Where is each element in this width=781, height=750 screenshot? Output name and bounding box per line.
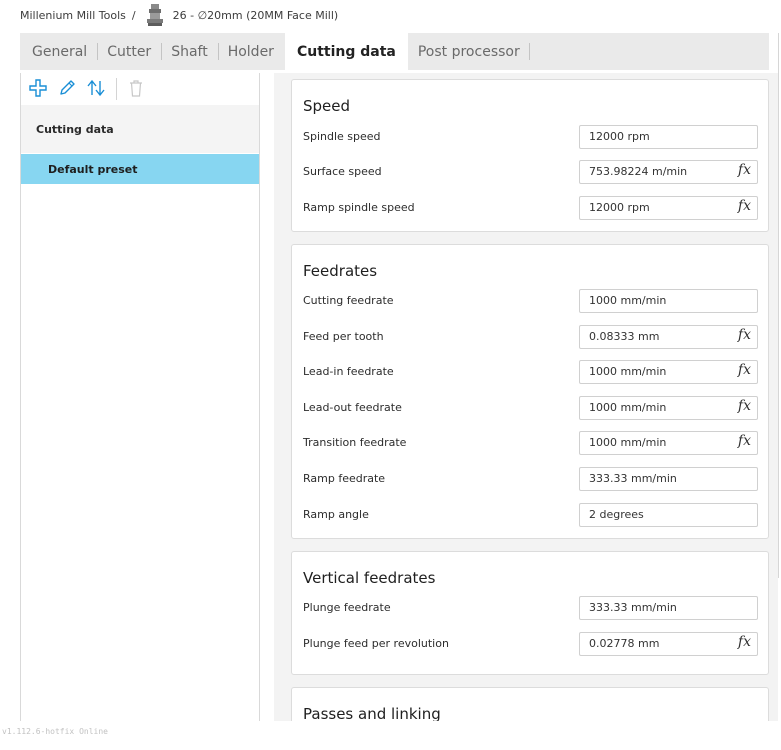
tree-item-default-preset[interactable]: Default preset — [21, 154, 259, 184]
formula-icon[interactable]: fx — [738, 634, 751, 650]
section-title: Speed — [303, 97, 351, 115]
tab-post-processor[interactable]: Post processor — [408, 33, 530, 70]
tree-item-label: Default preset — [48, 162, 138, 176]
field-label: Feed per tooth — [303, 330, 384, 343]
tab-bar: General Cutter Shaft Holder Cutting data… — [20, 33, 769, 70]
field-value: 1000 mm/min — [589, 401, 667, 414]
ramp-feedrate-input[interactable]: 333.33 mm/min — [579, 467, 758, 491]
field-value: 753.98224 m/min — [589, 165, 688, 178]
tab-shaft[interactable]: Shaft — [161, 33, 218, 70]
breadcrumb-separator: / — [131, 8, 136, 22]
lead-in-feedrate-row: Lead-in feedrate 1000 mm/min fx — [292, 360, 768, 384]
feed-per-tooth-input[interactable]: 0.08333 mm fx — [579, 325, 758, 349]
tab-cutting-data[interactable]: Cutting data — [284, 33, 408, 70]
ramp-spindle-speed-input[interactable]: 12000 rpm fx — [579, 196, 758, 220]
plunge-feed-per-revolution-input[interactable]: 0.02778 mm fx — [579, 632, 758, 656]
plunge-feed-per-revolution-row: Plunge feed per revolution 0.02778 mm fx — [292, 632, 768, 656]
breadcrumb-tool-name: 26 - ∅20mm (20MM Face Mill) — [172, 8, 339, 22]
tab-label: Cutting data — [296, 43, 396, 60]
vertical-feedrates-section: Vertical feedrates Plunge feedrate 333.3… — [291, 551, 769, 675]
surface-speed-row: Surface speed 753.98224 m/min fx — [292, 160, 768, 184]
field-label: Spindle speed — [303, 130, 381, 143]
tab-label: Shaft — [171, 43, 208, 60]
toolbar-divider — [116, 78, 117, 100]
preset-panel: Cutting data Default preset — [20, 73, 260, 721]
preset-toolbar — [21, 73, 259, 105]
cutting-feedrate-input[interactable]: 1000 mm/min — [579, 289, 758, 313]
section-title: Passes and linking — [303, 705, 441, 721]
formula-icon[interactable]: fx — [738, 398, 751, 414]
field-value: 1000 mm/min — [589, 436, 667, 449]
field-label: Transition feedrate — [303, 436, 407, 449]
tab-general[interactable]: General — [20, 33, 97, 70]
delete-preset-button[interactable] — [125, 78, 147, 100]
breadcrumb-library[interactable]: Millenium Mill Tools — [20, 9, 126, 22]
reorder-preset-button[interactable] — [85, 78, 107, 100]
lead-in-feedrate-input[interactable]: 1000 mm/min fx — [579, 360, 758, 384]
scrollbar[interactable] — [778, 33, 779, 578]
section-title: Feedrates — [303, 262, 378, 280]
feed-per-tooth-row: Feed per tooth 0.08333 mm fx — [292, 325, 768, 349]
pencil-icon — [58, 79, 76, 100]
field-value: 2 degrees — [589, 508, 644, 521]
field-value: 333.33 mm/min — [589, 601, 677, 614]
tab-holder[interactable]: Holder — [217, 33, 284, 70]
formula-icon[interactable]: fx — [738, 162, 751, 178]
ramp-spindle-speed-row: Ramp spindle speed 12000 rpm fx — [292, 196, 768, 220]
field-value: 0.08333 mm — [589, 330, 660, 343]
plus-icon — [29, 78, 47, 100]
formula-icon[interactable]: fx — [738, 198, 751, 214]
field-value: 0.02778 mm — [589, 637, 660, 650]
field-label: Ramp feedrate — [303, 472, 386, 485]
field-label: Plunge feedrate — [303, 601, 391, 614]
edit-preset-button[interactable] — [56, 78, 78, 100]
spindle-speed-input[interactable]: 12000 rpm — [579, 125, 758, 149]
tab-label: Post processor — [417, 43, 520, 60]
feedrates-section: Feedrates Cutting feedrate 1000 mm/min F… — [291, 244, 769, 539]
formula-icon[interactable]: fx — [738, 327, 751, 343]
field-label: Surface speed — [303, 165, 382, 178]
lead-out-feedrate-row: Lead-out feedrate 1000 mm/min fx — [292, 396, 768, 420]
field-value: 1000 mm/min — [589, 294, 667, 307]
field-value: 1000 mm/min — [589, 365, 667, 378]
tab-cutter[interactable]: Cutter — [97, 33, 161, 70]
sort-arrows-icon — [86, 79, 106, 100]
add-preset-button[interactable] — [27, 78, 49, 100]
speed-section: Speed Spindle speed 12000 rpm Surface sp… — [291, 79, 769, 232]
field-value: 12000 rpm — [589, 201, 650, 214]
field-value: 12000 rpm — [589, 130, 650, 143]
field-label: Plunge feed per revolution — [303, 637, 449, 650]
tab-label: Holder — [227, 43, 274, 60]
surface-speed-input[interactable]: 753.98224 m/min fx — [579, 160, 758, 184]
tab-label: Cutter — [107, 43, 152, 60]
field-label: Lead-in feedrate — [303, 365, 394, 378]
face-mill-tool-icon — [145, 4, 165, 26]
field-value: 333.33 mm/min — [589, 472, 677, 485]
ramp-angle-row: Ramp angle 2 degrees — [292, 503, 768, 527]
ramp-angle-input[interactable]: 2 degrees — [579, 503, 758, 527]
ramp-feedrate-row: Ramp feedrate 333.33 mm/min — [292, 467, 768, 491]
passes-and-linking-section: Passes and linking — [291, 687, 769, 721]
cutting-feedrate-row: Cutting feedrate 1000 mm/min — [292, 289, 768, 313]
plunge-feedrate-input[interactable]: 333.33 mm/min — [579, 596, 758, 620]
lead-out-feedrate-input[interactable]: 1000 mm/min fx — [579, 396, 758, 420]
spindle-speed-row: Spindle speed 12000 rpm — [292, 125, 768, 149]
trash-icon — [128, 79, 144, 100]
formula-icon[interactable]: fx — [738, 362, 751, 378]
tab-label: General — [32, 43, 88, 60]
field-label: Cutting feedrate — [303, 294, 394, 307]
plunge-feedrate-row: Plunge feedrate 333.33 mm/min — [292, 596, 768, 620]
field-label: Ramp spindle speed — [303, 201, 415, 214]
transition-feedrate-row: Transition feedrate 1000 mm/min fx — [292, 431, 768, 455]
section-title: Vertical feedrates — [303, 569, 436, 587]
formula-icon[interactable]: fx — [738, 433, 751, 449]
version-label: v1.112.6-hotfix Online — [2, 727, 108, 736]
breadcrumb: Millenium Mill Tools / 26 - ∅20mm (20MM … — [20, 4, 338, 26]
cutting-data-form: Speed Spindle speed 12000 rpm Surface sp… — [274, 73, 778, 721]
tree-root-cutting-data[interactable]: Cutting data — [21, 105, 259, 153]
field-label: Lead-out feedrate — [303, 401, 402, 414]
tree-root-label: Cutting data — [36, 122, 114, 136]
field-label: Ramp angle — [303, 508, 369, 521]
transition-feedrate-input[interactable]: 1000 mm/min fx — [579, 431, 758, 455]
